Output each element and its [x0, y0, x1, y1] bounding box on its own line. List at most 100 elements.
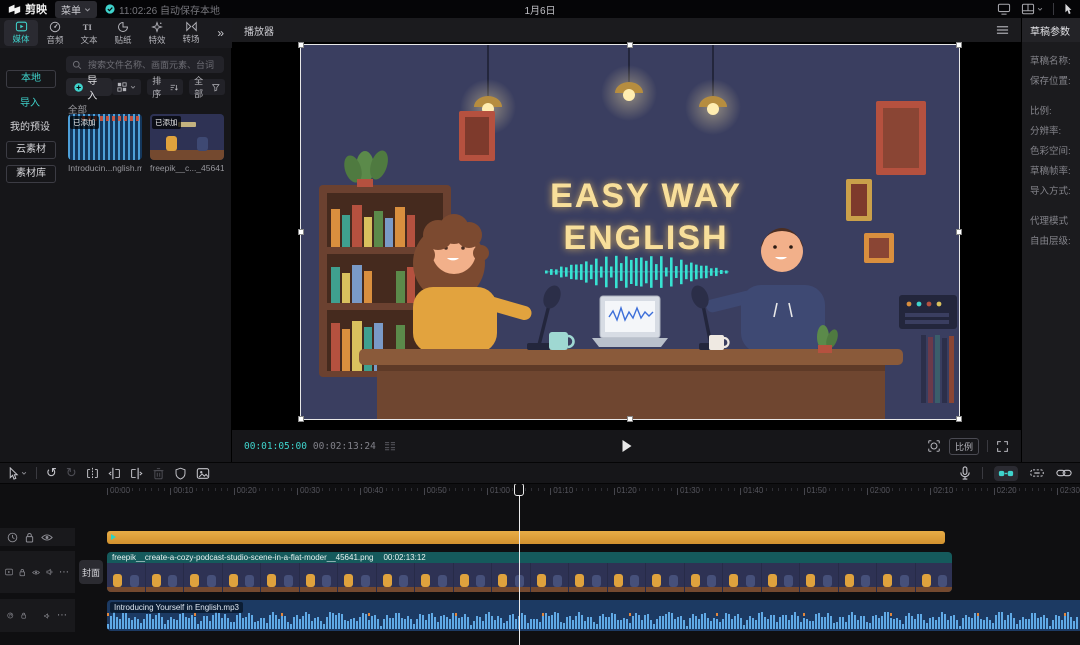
waveform-bar: [725, 613, 727, 629]
search-input[interactable]: [86, 59, 218, 71]
monitor-icon[interactable]: [997, 3, 1011, 15]
view-mode-button[interactable]: [112, 79, 141, 95]
hamburger-menu-icon[interactable]: [996, 25, 1009, 35]
ruler-tick-minor: [645, 488, 646, 491]
audio-clip[interactable]: Introducing Yourself in English.mp3: [107, 600, 1080, 631]
frame-grab-icon[interactable]: [196, 467, 210, 480]
media-item-audio[interactable]: 已添加 Introducin...nglish.mp3: [68, 114, 142, 173]
resize-handle[interactable]: [956, 229, 962, 235]
resize-handle[interactable]: [298, 416, 304, 422]
waveform-bar: [503, 623, 505, 629]
resize-handle[interactable]: [627, 42, 633, 48]
waveform-bar: [539, 622, 541, 629]
waveform-bar: [110, 616, 112, 629]
waveform-bar: [512, 614, 514, 629]
waveform-bar: [218, 613, 220, 629]
waveform-bar: [287, 622, 289, 629]
resize-handle[interactable]: [298, 42, 304, 48]
filter-button[interactable]: 全部: [189, 79, 225, 95]
divider: [1053, 3, 1054, 15]
lock-icon[interactable]: [19, 567, 26, 578]
timeline-ruler[interactable]: 00:0000:1000:2000:3000:4000:5001:0001:10…: [0, 484, 1080, 500]
ratio-button[interactable]: 比例: [949, 438, 979, 455]
waveform-bar: [188, 618, 190, 629]
waveform-bar: [920, 614, 922, 629]
resize-handle[interactable]: [956, 416, 962, 422]
play-button[interactable]: [622, 440, 631, 452]
playhead-handle[interactable]: [514, 484, 524, 496]
delete-icon[interactable]: [152, 467, 165, 480]
sidebar-item-local[interactable]: 本地: [6, 70, 56, 88]
lock-icon[interactable]: [21, 610, 26, 621]
selected-clip-frame[interactable]: EASY WAY ENGLISH EASY WAY ENGLISH: [300, 44, 960, 420]
tab-audio[interactable]: 音频: [38, 20, 72, 46]
svg-text:ENGLISH: ENGLISH: [563, 219, 728, 257]
auto-snap-icon[interactable]: [1029, 467, 1045, 479]
more-options-icon[interactable]: ⋯: [59, 567, 70, 578]
fit-focus-icon[interactable]: [927, 439, 941, 453]
eye-icon[interactable]: [32, 568, 40, 577]
microphone-icon[interactable]: [959, 466, 971, 480]
split-icon[interactable]: [86, 467, 99, 480]
resize-handle[interactable]: [956, 42, 962, 48]
waveform-bar: [434, 617, 436, 629]
link-icon[interactable]: [1056, 468, 1072, 478]
eye-icon[interactable]: [41, 533, 53, 542]
sidebar-item-import[interactable]: 导入: [6, 96, 54, 112]
waveform-bar: [128, 618, 130, 629]
import-button[interactable]: 导入: [66, 78, 112, 96]
sidebar-item-library[interactable]: 素材库: [6, 165, 56, 183]
layout-switch-button[interactable]: [1021, 3, 1043, 15]
undo-button[interactable]: ↺: [46, 465, 57, 481]
waveform-bar: [593, 622, 595, 629]
waveform-bar: [320, 621, 322, 629]
sort-button[interactable]: 排序: [147, 79, 183, 95]
mute-speaker-icon[interactable]: [44, 611, 50, 621]
waveform-bar: [896, 618, 898, 629]
menu-button[interactable]: 菜单: [55, 1, 97, 18]
media-item-image[interactable]: 已添加 freepik__c..._45641.png: [150, 114, 224, 173]
waveform-bar: [383, 619, 385, 629]
mask-shield-icon[interactable]: [174, 467, 187, 480]
sidebar-item-cloud[interactable]: 云素材: [6, 141, 56, 159]
more-tabs-button[interactable]: »: [217, 26, 228, 40]
app-logo[interactable]: 剪映: [8, 1, 47, 17]
waveform-bar: [587, 617, 589, 629]
waveform-bar: [122, 613, 124, 629]
main-track-magnet-toggle[interactable]: [994, 466, 1018, 481]
cover-button[interactable]: 封面: [79, 560, 103, 584]
waveform-bar: [380, 626, 382, 630]
preview-canvas[interactable]: EASY WAY ENGLISH EASY WAY ENGLISH: [232, 42, 1021, 430]
adjust-clip[interactable]: [107, 531, 945, 544]
waveform-bar: [194, 617, 196, 629]
select-tool-button[interactable]: [8, 467, 27, 480]
video-clip[interactable]: freepik__create-a-cozy-podcast-studio-sc…: [107, 552, 952, 592]
redo-button[interactable]: ↻: [66, 465, 77, 481]
tab-text[interactable]: TI 文本: [72, 20, 106, 46]
segments-icon[interactable]: [384, 441, 396, 451]
sidebar-item-presets[interactable]: 我的预设: [6, 120, 54, 136]
waveform-bar: [347, 621, 349, 629]
ruler-tick-minor: [759, 488, 760, 491]
waveform-bar: [854, 615, 856, 629]
lock-icon[interactable]: [25, 532, 34, 543]
trim-right-icon[interactable]: [130, 467, 143, 480]
trim-left-icon[interactable]: [108, 467, 121, 480]
waveform-bar: [908, 613, 910, 629]
waveform-bar: [869, 623, 871, 629]
waveform-bar: [395, 613, 397, 629]
tab-transitions[interactable]: 转场: [174, 20, 208, 46]
mute-speaker-icon[interactable]: [46, 567, 53, 577]
ruler-tick-minor: [1019, 488, 1020, 491]
tab-sticker[interactable]: 贴纸: [106, 20, 140, 46]
tab-effects[interactable]: 特效: [140, 20, 174, 46]
ruler-tick-minor: [905, 488, 906, 491]
more-options-icon[interactable]: ⋯: [57, 610, 68, 621]
fullscreen-icon[interactable]: [996, 440, 1009, 453]
filmstrip-desk: [531, 587, 569, 592]
playhead-line[interactable]: [519, 484, 520, 645]
resize-handle[interactable]: [627, 416, 633, 422]
tab-media[interactable]: 媒体: [4, 20, 38, 46]
sidebar-label: 导入: [20, 98, 40, 109]
resize-handle[interactable]: [298, 229, 304, 235]
